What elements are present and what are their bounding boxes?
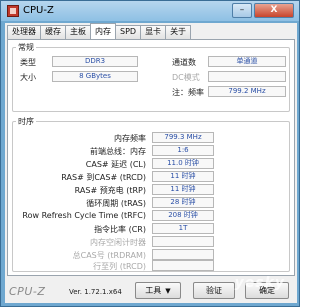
size-label: 大小 — [20, 73, 36, 82]
dc-mode-label: DC模式 — [172, 73, 200, 82]
tras-label: 循环周期 (tRAS) — [86, 199, 146, 208]
tab-cpu[interactable]: 处理器 — [7, 25, 41, 39]
nb-frequency-label: 注：频率 — [172, 88, 204, 97]
chevron-down-icon: ▼ — [165, 287, 171, 295]
dc-mode-value — [208, 71, 286, 82]
dram-frequency-value: 799.3 MHz — [152, 132, 214, 143]
tab-mainboard[interactable]: 主板 — [65, 25, 91, 39]
fsb-dram-value: 1:6 — [152, 145, 214, 156]
client-area: 处理器 缓存 主板 内存 SPD 显卡 关于 常规 类型 DDR3 大小 8 G… — [5, 23, 297, 303]
cpuz-window: CPU-Z – X 处理器 缓存 主板 内存 SPD 显卡 关于 常规 类型 D… — [0, 0, 300, 307]
command-rate-label: 指令比率 (CR) — [94, 225, 146, 234]
title-bar[interactable]: CPU-Z – X — [1, 1, 299, 21]
trfc-label: Row Refresh Cycle Time (tRFC) — [22, 211, 146, 220]
cpuz-app-icon — [7, 5, 19, 17]
general-legend: 常规 — [18, 43, 34, 52]
trdram-label: 总CAS号 (tRDRAM) — [72, 251, 146, 260]
tab-strip: 处理器 缓存 主板 内存 SPD 显卡 关于 — [7, 23, 192, 39]
close-button[interactable]: X — [254, 3, 294, 18]
dram-frequency-label: 内存频率 — [114, 134, 146, 143]
cas-latency-label: CAS# 延迟 (CL) — [85, 160, 146, 169]
tab-memory[interactable]: 内存 — [90, 23, 116, 39]
memory-panel: 常规 类型 DDR3 大小 8 GBytes 通道数 单通道 DC模式 注：频率… — [7, 39, 295, 276]
trcd-value: 11 时钟 — [152, 171, 214, 182]
type-label: 类型 — [20, 58, 36, 67]
fsb-dram-label: 前端总线：内存 — [90, 147, 146, 156]
timings-group: 时序 — [12, 116, 290, 272]
trcd-label: RAS# 到CAS# (tRCD) — [61, 173, 146, 182]
row-to-column-label: 行至列 (tRCD) — [93, 262, 146, 271]
window-title: CPU-Z — [23, 5, 54, 16]
tab-spd[interactable]: SPD — [115, 25, 142, 39]
tab-about[interactable]: 关于 — [165, 25, 192, 39]
timings-legend: 时序 — [18, 117, 34, 126]
yesky-watermark: yesky — [234, 275, 285, 291]
dram-idle-timer-value — [152, 236, 214, 247]
channel-value: 单通道 — [208, 56, 286, 67]
nb-frequency-value: 799.2 MHz — [208, 86, 286, 97]
minimize-button[interactable]: – — [232, 3, 252, 18]
trfc-value: 208 时钟 — [152, 210, 214, 221]
cpuz-brand-logo: CPU-Z — [9, 285, 46, 298]
command-rate-value: 1T — [152, 223, 214, 234]
trp-label: RAS# 预充电 (tRP) — [74, 186, 146, 195]
dram-idle-timer-label: 内存空闲计时器 — [90, 238, 146, 247]
version-text: Ver. 1.72.1.x64 — [69, 288, 122, 296]
tras-value: 28 时钟 — [152, 197, 214, 208]
type-value: DDR3 — [52, 56, 138, 67]
tools-button[interactable]: 工具 ▼ — [135, 282, 181, 299]
validate-button[interactable]: 验证 — [193, 282, 235, 299]
size-value: 8 GBytes — [52, 71, 138, 82]
row-to-column-value — [152, 260, 214, 271]
tools-button-label: 工具 — [145, 286, 162, 295]
channel-label: 通道数 — [172, 58, 196, 67]
cas-latency-value: 11.0 时钟 — [152, 158, 214, 169]
trp-value: 11 时钟 — [152, 184, 214, 195]
trdram-value — [152, 249, 214, 260]
tab-graphics[interactable]: 显卡 — [140, 25, 167, 39]
tab-caches[interactable]: 缓存 — [40, 25, 66, 39]
